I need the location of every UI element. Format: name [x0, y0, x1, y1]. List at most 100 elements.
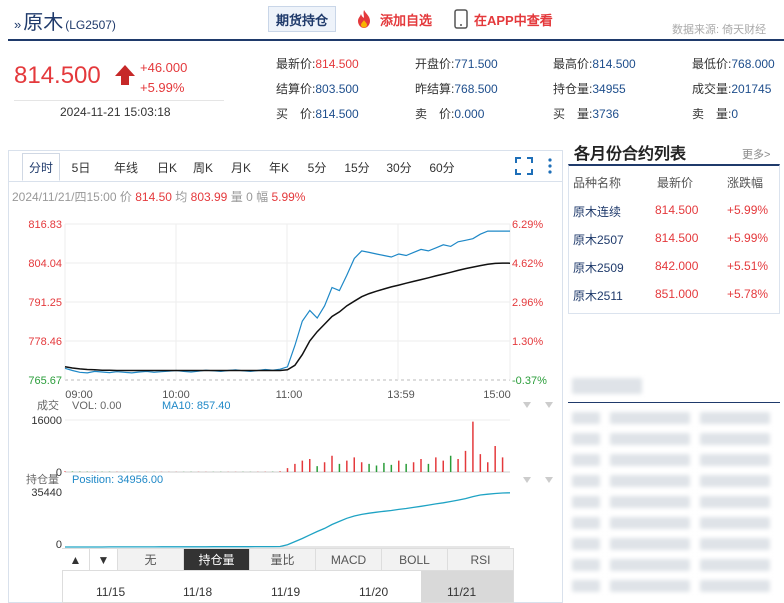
- pct-axis-label: 2.96%: [512, 297, 543, 309]
- contract-pct: +5.99%: [727, 231, 769, 245]
- contract-name[interactable]: 原木2511: [573, 287, 623, 304]
- contract-pct: +5.51%: [727, 259, 769, 273]
- date-label: 11/19: [271, 585, 301, 599]
- contract-name[interactable]: 原木2507: [573, 231, 624, 248]
- stat-value: 768.000: [731, 57, 775, 71]
- date-label: 11/21: [447, 585, 477, 599]
- volume-label: 成交: [37, 398, 59, 412]
- pct-axis-label: 1.30%: [512, 336, 543, 348]
- contracts-header: 涨跌幅: [727, 176, 764, 190]
- blurred-block: [610, 454, 690, 466]
- position-label: 持仓量: [26, 472, 59, 486]
- indicator-1[interactable]: 持仓量: [184, 549, 250, 570]
- date-scroller[interactable]: 11/15 11/18 11/19 11/20 11/21: [62, 570, 514, 603]
- stat-label: 成交量:: [692, 82, 732, 96]
- indicator-3[interactable]: MACD: [316, 549, 382, 570]
- position-text: Position: 34956.00: [72, 474, 163, 486]
- date-label: 11/20: [359, 585, 389, 599]
- blurred-block: [572, 412, 600, 424]
- price-axis-label: 791.25: [28, 297, 62, 309]
- intraday-chart[interactable]: 816.83 804.04 791.25 778.46 765.67 6.29% 4.62%…: [0, 0, 566, 603]
- price-axis-label: 816.83: [28, 219, 62, 231]
- blurred-block: [572, 559, 600, 571]
- date-label: 11/18: [183, 585, 213, 599]
- contract-pct: +5.99%: [727, 203, 769, 217]
- stat-value: 34955: [592, 82, 626, 96]
- indicator-0[interactable]: 无: [118, 549, 184, 570]
- blurred-block: [610, 538, 690, 550]
- blurred-block: [572, 454, 600, 466]
- blurred-block: [572, 538, 600, 550]
- blurred-block: [700, 454, 770, 466]
- stat-label: 最低价:: [692, 57, 732, 71]
- blurred-block: [572, 433, 600, 445]
- collapse-triangle-icon[interactable]: [545, 477, 553, 483]
- blurred-block: [572, 378, 642, 394]
- stat-value: 3736: [592, 107, 620, 121]
- date-label: 11/15: [96, 585, 126, 599]
- scroll-down-button[interactable]: ▼: [90, 549, 118, 570]
- blurred-block: [700, 559, 770, 571]
- stat-label: 卖 量:: [692, 107, 732, 121]
- blurred-block: [610, 412, 690, 424]
- blurred-block: [610, 496, 690, 508]
- stat-item: 成交量:201745: [692, 80, 771, 97]
- contract-price: 851.000: [655, 287, 699, 301]
- contract-price: 814.500: [655, 231, 699, 245]
- blurred-block: [572, 580, 600, 592]
- contracts-more-link[interactable]: 更多>: [742, 146, 770, 162]
- blurred-block: [572, 475, 600, 487]
- blurred-block: [610, 580, 690, 592]
- position-axis-label: 35440: [31, 487, 62, 499]
- indicator-5[interactable]: RSI: [448, 549, 514, 570]
- stat-value: 201745: [731, 82, 772, 96]
- blurred-block: [610, 433, 690, 445]
- indicator-2[interactable]: 量比: [250, 549, 316, 570]
- time-axis-label: 13:59: [387, 389, 415, 401]
- collapse-triangle-icon[interactable]: [545, 402, 553, 408]
- indicator-bar: ▲ ▼ 无持仓量 量比 MACD BOLL RSI: [62, 548, 514, 570]
- contract-pct: +5.78%: [727, 287, 769, 301]
- volume-ma-text: MA10: 857.40: [162, 400, 231, 412]
- blurred-block: [610, 475, 690, 487]
- volume-axis-label: 16000: [31, 415, 62, 427]
- blurred-block: [610, 517, 690, 529]
- stat-item: 最低价:768.000: [692, 55, 775, 72]
- contract-name[interactable]: 原木2509: [573, 259, 624, 276]
- contracts-header: 品种名称: [573, 176, 622, 190]
- blurred-divider: [568, 402, 780, 403]
- contracts-header: 最新价: [657, 176, 694, 190]
- contracts-title: 各月份合约列表: [574, 146, 687, 163]
- stat-value: 814.500: [592, 57, 636, 71]
- blurred-block: [700, 496, 770, 508]
- time-axis-label: 11:00: [276, 389, 303, 401]
- blurred-block: [700, 580, 770, 592]
- stat-item: 卖 量:0: [692, 105, 738, 122]
- contract-price: 814.500: [655, 203, 699, 217]
- pct-axis-label: 4.62%: [512, 258, 543, 270]
- blurred-block: [700, 412, 770, 424]
- price-axis-label: 778.46: [28, 336, 62, 348]
- blurred-block: [700, 517, 770, 529]
- volume-text: VOL: 0.00: [72, 400, 122, 412]
- blurred-block: [572, 496, 600, 508]
- contract-price: 842.000: [655, 259, 699, 273]
- blurred-block: [572, 517, 600, 529]
- blurred-block: [700, 538, 770, 550]
- contract-name[interactable]: 原木连续: [573, 203, 621, 220]
- pct-axis-label: -0.37%: [512, 375, 547, 387]
- price-axis-label: 804.04: [28, 258, 62, 270]
- indicator-4[interactable]: BOLL: [382, 549, 448, 570]
- position-line: [65, 492, 511, 548]
- blurred-block: [700, 475, 770, 487]
- blurred-block: [700, 433, 770, 445]
- stat-value: 0: [731, 107, 739, 121]
- scroll-up-button[interactable]: ▲: [62, 549, 90, 570]
- pct-axis-label: 6.29%: [512, 219, 543, 231]
- data-source: 数据来源: 倚天财经: [672, 24, 767, 36]
- price-axis-label: 765.67: [28, 375, 62, 387]
- time-axis-label: 15:00: [483, 389, 511, 401]
- collapse-triangle-icon[interactable]: [523, 477, 531, 483]
- blurred-block: [610, 559, 690, 571]
- collapse-triangle-icon[interactable]: [523, 402, 531, 408]
